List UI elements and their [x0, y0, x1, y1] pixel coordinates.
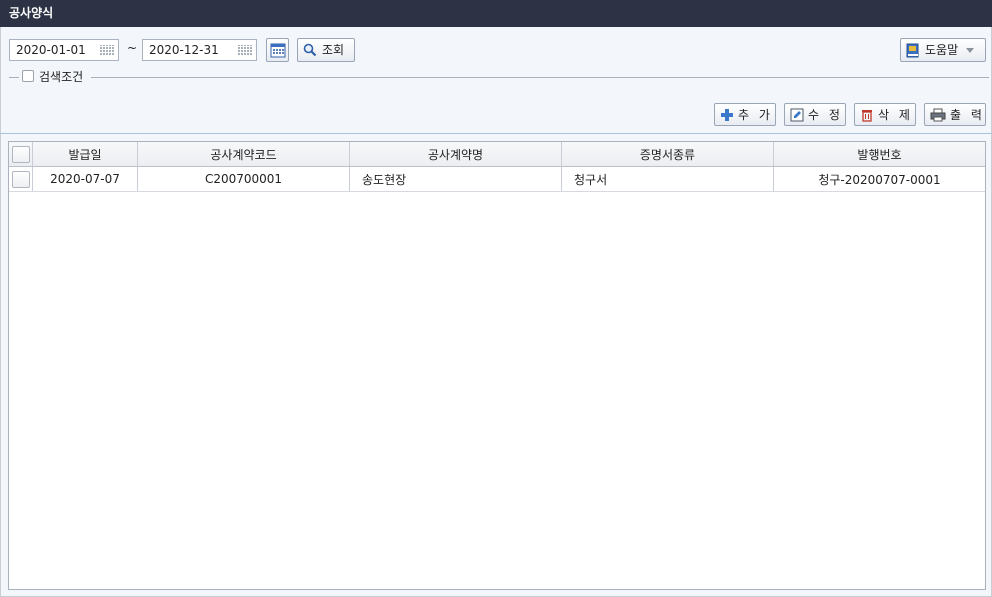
date-to-input[interactable]: 2020-12-31: [142, 39, 257, 61]
select-all-checkbox[interactable]: [11, 145, 30, 163]
table-cell[interactable]: 청구-20200707-0001: [774, 167, 985, 191]
range-separator: ~: [127, 41, 138, 55]
calendar-icon: [270, 43, 285, 58]
table-header: 발급일 공사계약코드 공사계약명 증명서종류 발행번호: [9, 142, 985, 167]
search-icon: [303, 43, 317, 57]
row-checkbox[interactable]: [11, 170, 30, 188]
column-header[interactable]: 증명서종류: [562, 142, 774, 166]
column-header[interactable]: 발행번호: [774, 142, 985, 166]
help-dropdown[interactable]: 도움말: [900, 38, 986, 62]
search-condition-checkbox[interactable]: [22, 70, 34, 82]
table-cell[interactable]: 청구서: [562, 167, 774, 191]
table-cell[interactable]: 2020-07-07: [33, 167, 138, 191]
column-header[interactable]: 발급일: [33, 142, 138, 166]
table-cell[interactable]: C200700001: [138, 167, 350, 191]
filter-panel: 2020-01-01 ~ 2020-12-31 조회 도움말 검색조건 추 가 …: [0, 27, 992, 134]
printer-icon: [930, 108, 946, 121]
edit-icon: [790, 108, 804, 121]
date-to-value: 2020-12-31: [149, 43, 219, 57]
calendar-grid-icon[interactable]: [100, 45, 114, 56]
data-grid: 발급일 공사계약코드 공사계약명 증명서종류 발행번호 2020-07-07 C…: [8, 141, 986, 590]
table-row[interactable]: 2020-07-07 C200700001 송도현장 청구서 청구-202007…: [9, 167, 985, 192]
divider: [91, 77, 989, 78]
window-title: 공사양식: [0, 0, 992, 27]
edit-button[interactable]: 수 정: [784, 103, 846, 126]
header-select-all: [9, 142, 33, 166]
search-button-label: 조회: [322, 43, 345, 57]
print-button[interactable]: 출 력: [924, 103, 986, 126]
divider: [9, 77, 19, 78]
plus-icon: [721, 108, 733, 121]
search-button[interactable]: 조회: [297, 38, 355, 62]
add-button-label: 추 가: [738, 107, 773, 122]
date-from-input[interactable]: 2020-01-01: [9, 39, 119, 61]
column-header[interactable]: 공사계약명: [350, 142, 562, 166]
calendar-grid-icon[interactable]: [238, 45, 252, 56]
delete-button[interactable]: 삭 제: [854, 103, 916, 126]
chevron-down-icon: [966, 47, 975, 53]
search-condition-label: 검색조건: [39, 70, 84, 84]
calendar-button[interactable]: [266, 38, 289, 62]
trash-icon: [862, 109, 872, 122]
row-select: [9, 167, 33, 191]
date-from-value: 2020-01-01: [16, 43, 86, 57]
column-header[interactable]: 공사계약코드: [138, 142, 350, 166]
delete-button-label: 삭 제: [878, 107, 913, 122]
help-label: 도움말: [925, 43, 959, 57]
edit-button-label: 수 정: [808, 107, 843, 122]
help-book-icon: [906, 43, 919, 57]
print-button-label: 출 력: [950, 107, 985, 122]
table-cell[interactable]: 송도현장: [350, 167, 562, 191]
add-button[interactable]: 추 가: [714, 103, 776, 126]
grid-area: 발급일 공사계약코드 공사계약명 증명서종류 발행번호 2020-07-07 C…: [0, 134, 992, 597]
